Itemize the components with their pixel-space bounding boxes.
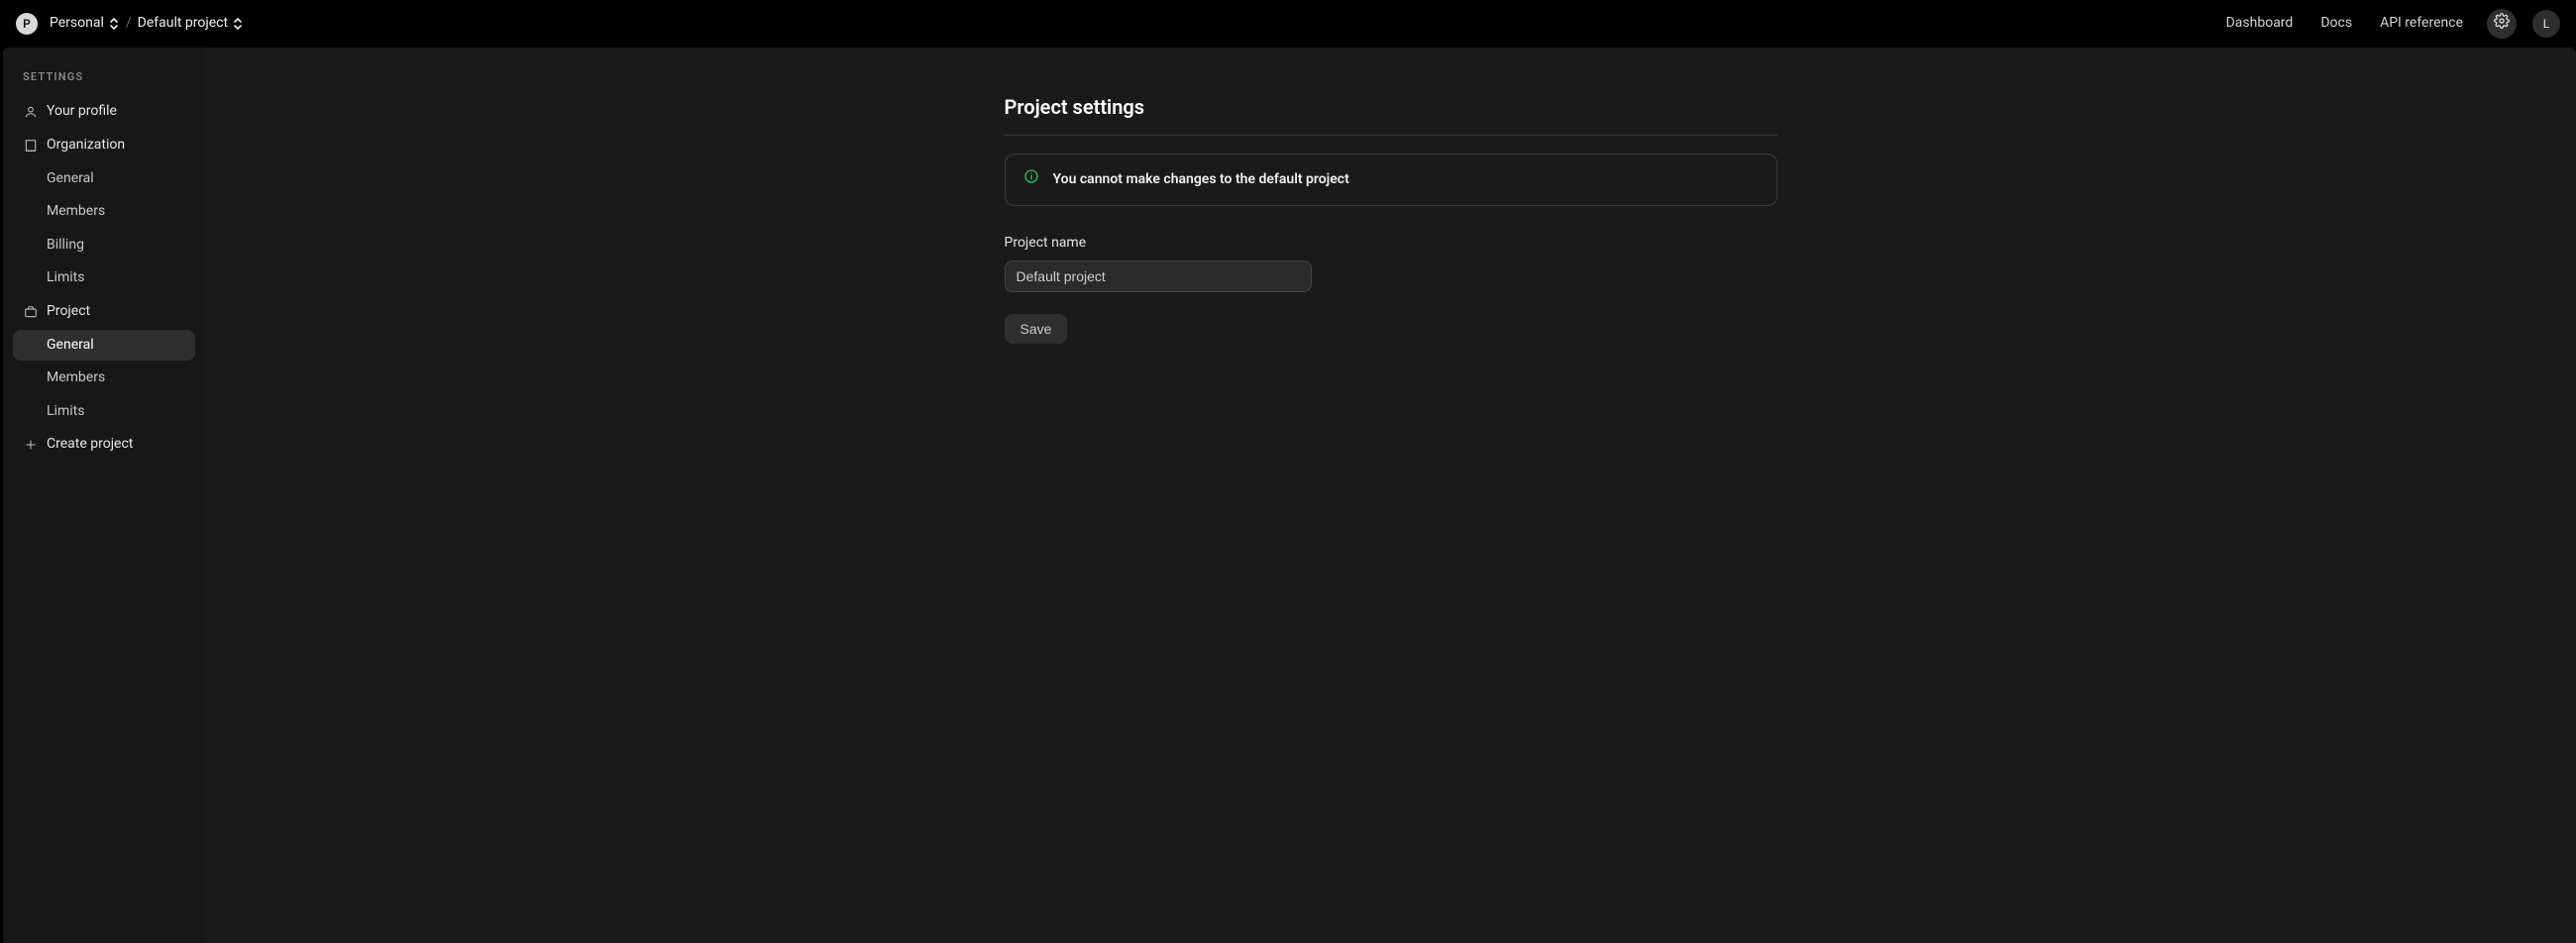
sidebar-item-org-members[interactable]: Members [13, 196, 195, 228]
gear-icon [2494, 13, 2510, 36]
sidebar-item-label: General [47, 169, 94, 189]
user-icon [23, 104, 39, 120]
nav-api-reference[interactable]: API reference [2370, 8, 2473, 40]
settings-button[interactable] [2487, 9, 2517, 39]
chevron-up-down-icon [108, 17, 120, 31]
title-divider [1005, 135, 1777, 136]
sidebar-item-project-general[interactable]: General [13, 330, 195, 362]
project-name-label: Project name [1005, 234, 1777, 254]
project-switcher[interactable]: Default project [138, 14, 244, 34]
sidebar-item-label: Members [47, 202, 105, 222]
save-button[interactable]: Save [1005, 314, 1068, 344]
sidebar-item-label: Members [47, 368, 105, 388]
breadcrumb-separator: / [126, 14, 132, 34]
briefcase-icon [23, 304, 39, 320]
project-name-input[interactable] [1005, 261, 1312, 292]
sidebar-item-label: Billing [47, 236, 84, 256]
org-name: Personal [50, 14, 104, 34]
sidebar-item-org-limits[interactable]: Limits [13, 262, 195, 294]
page-title: Project settings [1005, 93, 1777, 121]
project-name: Default project [138, 14, 228, 34]
user-avatar[interactable]: L [2532, 10, 2560, 38]
main-content: Project settings You cannot make changes… [205, 48, 2576, 943]
building-icon [23, 138, 39, 154]
sidebar-item-profile[interactable]: Your profile [13, 96, 195, 128]
sidebar-item-label: General [47, 336, 94, 356]
notice-text: You cannot make changes to the default p… [1053, 170, 1349, 190]
sidebar-heading: SETTINGS [13, 61, 195, 94]
info-icon [1023, 168, 1039, 191]
sidebar-item-label: Create project [47, 435, 133, 455]
sidebar-item-project-members[interactable]: Members [13, 363, 195, 394]
sidebar-item-create-project[interactable]: Create project [13, 429, 195, 461]
sidebar-item-label: Project [47, 302, 90, 322]
sidebar-item-label: Your profile [47, 102, 117, 122]
sidebar-item-label: Limits [47, 268, 84, 288]
sidebar-item-org-billing[interactable]: Billing [13, 230, 195, 262]
sidebar-item-project[interactable]: Project [13, 296, 195, 328]
nav-dashboard[interactable]: Dashboard [2216, 8, 2304, 40]
sidebar-item-project-limits[interactable]: Limits [13, 396, 195, 428]
sidebar-item-label: Limits [47, 402, 84, 422]
chevron-up-down-icon [232, 17, 244, 31]
org-avatar[interactable]: P [16, 13, 38, 35]
org-switcher[interactable]: Personal [50, 14, 120, 34]
settings-sidebar: SETTINGS Your profile Organization Gener… [3, 48, 205, 943]
topbar: P Personal / Default project Dashboard D… [0, 0, 2576, 48]
breadcrumb: P Personal / Default project [16, 13, 244, 35]
plus-icon [23, 437, 39, 453]
readonly-notice: You cannot make changes to the default p… [1005, 154, 1777, 206]
sidebar-item-organization[interactable]: Organization [13, 130, 195, 161]
sidebar-item-org-general[interactable]: General [13, 163, 195, 195]
nav-docs[interactable]: Docs [2310, 8, 2362, 40]
sidebar-item-label: Organization [47, 136, 125, 156]
